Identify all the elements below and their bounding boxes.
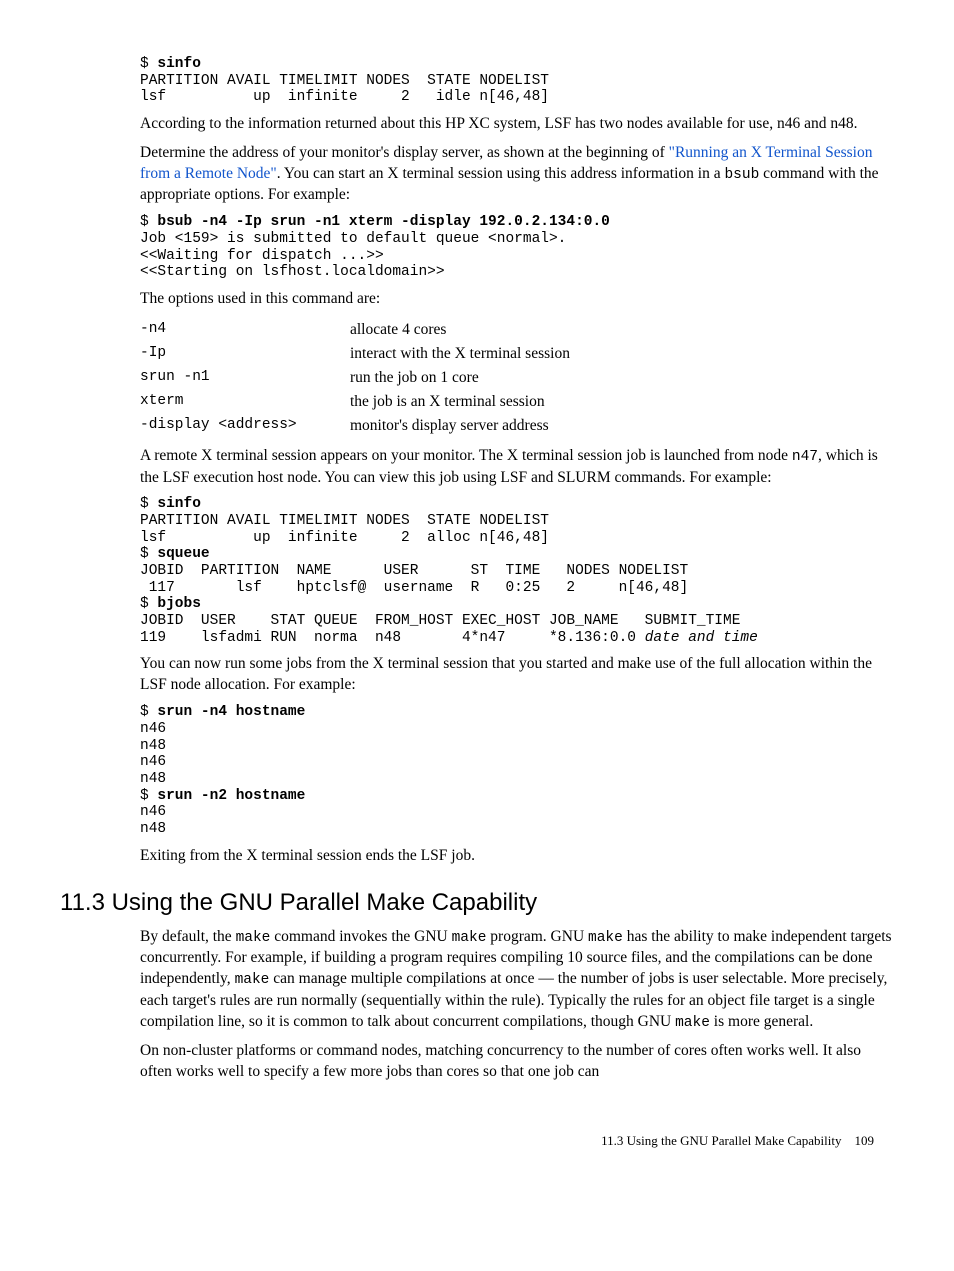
option-name: -Ip (140, 342, 350, 366)
code-block-srun: $ srun -n4 hostname n46 n48 n46 n48 $ sr… (140, 704, 894, 837)
cmd: srun -n4 hostname (157, 704, 305, 720)
option-desc: interact with the X terminal session (350, 342, 570, 366)
inline-code: n47 (792, 449, 818, 465)
paragraph: By default, the make command invokes the… (140, 927, 894, 1034)
output-line: <<Starting on lsfhost.localdomain>> (140, 264, 445, 280)
page-footer: 11.3 Using the GNU Parallel Make Capabil… (60, 1133, 894, 1149)
prompt: $ (140, 496, 157, 512)
output-line: JOBID PARTITION NAME USER ST TIME NODES … (140, 563, 688, 579)
paragraph: You can now run some jobs from the X ter… (140, 654, 894, 696)
footer-section: 11.3 Using the GNU Parallel Make Capabil… (601, 1133, 841, 1148)
option-name: -display <address> (140, 414, 350, 438)
prompt: $ (140, 788, 157, 804)
text: command invokes the GNU (270, 928, 451, 945)
cmd: bjobs (157, 596, 201, 612)
option-name: -n4 (140, 318, 350, 342)
output-line: 119 lsfadmi RUN norma n48 4*n47 *8.136:0… (140, 630, 645, 646)
inline-code: make (236, 930, 271, 946)
option-desc: the job is an X terminal session (350, 390, 570, 414)
output-line: PARTITION AVAIL TIMELIMIT NODES STATE NO… (140, 513, 549, 529)
output-line: n48 (140, 738, 166, 754)
cmd: sinfo (157, 496, 201, 512)
code-block-status: $ sinfo PARTITION AVAIL TIMELIMIT NODES … (140, 496, 894, 646)
paragraph: Determine the address of your monitor's … (140, 143, 894, 206)
code-block-bsub: $ bsub -n4 -Ip srun -n1 xterm -display 1… (140, 214, 894, 281)
table-row: srun -n1 run the job on 1 core (140, 366, 570, 390)
option-desc: run the job on 1 core (350, 366, 570, 390)
code-block-sinfo-1: $ sinfo PARTITION AVAIL TIMELIMIT NODES … (140, 56, 894, 106)
output-line: lsf up infinite 2 alloc n[46,48] (140, 530, 549, 546)
prompt: $ (140, 546, 157, 562)
table-row: -display <address> monitor's display ser… (140, 414, 570, 438)
inline-code: make (588, 930, 623, 946)
output-line: n46 (140, 754, 166, 770)
option-desc: monitor's display server address (350, 414, 570, 438)
text: By default, the (140, 928, 236, 945)
paragraph: On non-cluster platforms or command node… (140, 1041, 894, 1083)
inline-code: make (675, 1015, 710, 1031)
section-heading: 11.3 Using the GNU Parallel Make Capabil… (60, 889, 894, 917)
output-line: n48 (140, 821, 166, 837)
footer-page-number: 109 (855, 1133, 875, 1148)
text: . You can start an X terminal session us… (277, 165, 725, 182)
cmd: sinfo (157, 56, 201, 72)
option-name: srun -n1 (140, 366, 350, 390)
cmd: squeue (157, 546, 209, 562)
option-name: xterm (140, 390, 350, 414)
text: Determine the address of your monitor's … (140, 144, 669, 161)
prompt: $ (140, 704, 157, 720)
table-row: -n4 allocate 4 cores (140, 318, 570, 342)
options-table: -n4 allocate 4 cores -Ip interact with t… (140, 318, 570, 438)
prompt: $ (140, 214, 157, 230)
output-line: n46 (140, 721, 166, 737)
paragraph: According to the information returned ab… (140, 114, 894, 135)
prompt: $ (140, 596, 157, 612)
option-desc: allocate 4 cores (350, 318, 570, 342)
output-line: <<Waiting for dispatch ...>> (140, 248, 384, 264)
paragraph: A remote X terminal session appears on y… (140, 446, 894, 488)
output-line: JOBID USER STAT QUEUE FROM_HOST EXEC_HOS… (140, 613, 740, 629)
text: program. GNU (486, 928, 588, 945)
prompt: $ (140, 56, 157, 72)
table-row: xterm the job is an X terminal session (140, 390, 570, 414)
output-line: Job <159> is submitted to default queue … (140, 231, 566, 247)
output-line: PARTITION AVAIL TIMELIMIT NODES STATE NO… (140, 73, 549, 89)
output-line: n48 (140, 771, 166, 787)
cmd: srun -n2 hostname (157, 788, 305, 804)
paragraph: Exiting from the X terminal session ends… (140, 846, 894, 867)
output-line: 117 lsf hptclsf@ username R 0:25 2 n[46,… (140, 580, 688, 596)
text: is more general. (710, 1013, 813, 1030)
cmd: bsub -n4 -Ip srun -n1 xterm -display 192… (157, 214, 609, 230)
inline-code: make (452, 930, 487, 946)
output-line-italic: date and time (645, 630, 758, 646)
paragraph: The options used in this command are: (140, 289, 894, 310)
output-line: n46 (140, 804, 166, 820)
table-row: -Ip interact with the X terminal session (140, 342, 570, 366)
inline-code: bsub (724, 167, 759, 183)
inline-code: make (235, 972, 270, 988)
text: A remote X terminal session appears on y… (140, 447, 792, 464)
output-line: lsf up infinite 2 idle n[46,48] (140, 89, 549, 105)
